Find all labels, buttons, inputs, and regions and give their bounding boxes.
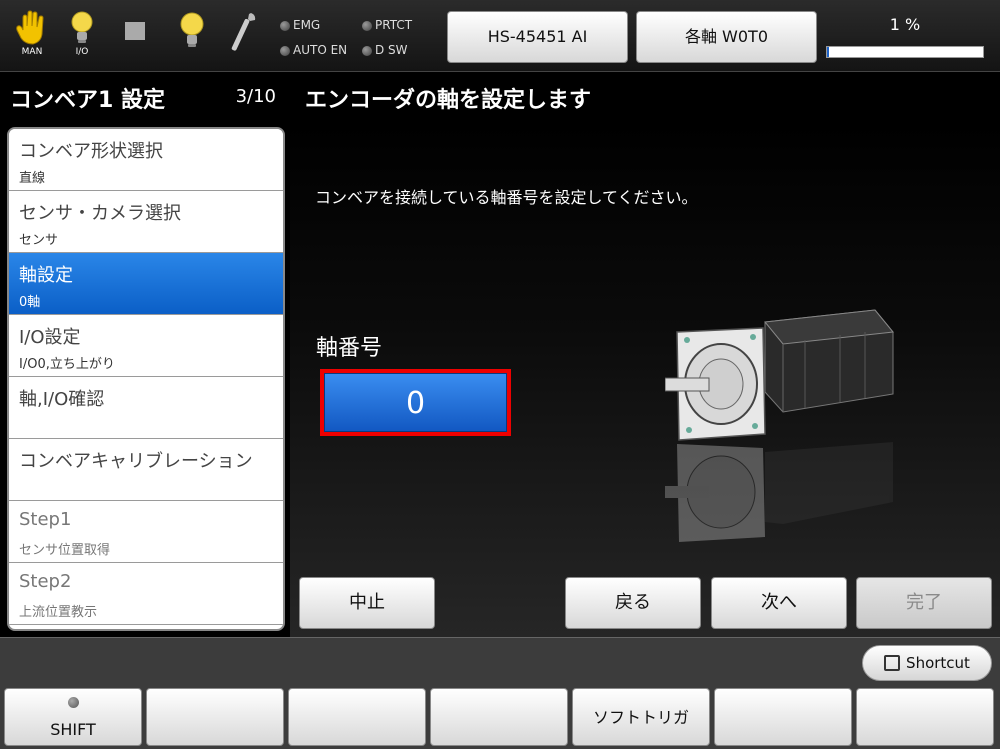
axis-number-input[interactable]: 0 xyxy=(324,373,507,432)
abort-button[interactable]: 中止 xyxy=(299,577,435,629)
mode-caption: MAN xyxy=(21,47,43,57)
lamp-dot xyxy=(362,45,372,56)
step-name: コンベアキャリブレーション xyxy=(19,451,253,472)
shortcut-arrow-icon xyxy=(884,655,901,671)
step-item-axis-io-check[interactable]: 軸,I/O確認 xyxy=(9,377,283,439)
axis-number-focus-frame: 0 xyxy=(320,369,511,436)
robot-select-button[interactable]: HS-45451 AI xyxy=(447,11,628,63)
function-key-6[interactable] xyxy=(714,688,852,746)
wrench-icon xyxy=(231,13,256,51)
io-button[interactable]: I/O xyxy=(62,10,102,64)
step-value: 上流位置教示 xyxy=(19,605,98,620)
lamp-dot xyxy=(280,20,290,31)
fkey-label: SHIFT xyxy=(50,720,96,739)
step-item-io-setting[interactable]: I/O設定 I/O0,立ち上がり xyxy=(9,315,283,377)
shortcut-label: Shortcut xyxy=(906,654,970,672)
stop-square-icon xyxy=(125,22,145,40)
override-bar xyxy=(826,46,984,58)
finish-button[interactable]: 完了 xyxy=(856,577,992,629)
override-percent: 1 % xyxy=(889,15,921,34)
soft-trigger-key[interactable]: ソフトトリガ xyxy=(572,688,710,746)
override-bar-fill xyxy=(827,47,829,57)
next-button[interactable]: 次へ xyxy=(711,577,847,629)
step-item-step1[interactable]: Step1 センサ位置取得 xyxy=(9,501,283,563)
lamp-dot xyxy=(280,45,290,56)
axis-number-label: 軸番号 xyxy=(316,336,383,361)
step-value: センサ位置取得 xyxy=(19,543,111,558)
man-hand-icon xyxy=(16,10,44,45)
section-header: コンベア1 設定 3/10 xyxy=(0,74,290,122)
lamp-prtct: PRTCT xyxy=(362,16,412,34)
servo-motor-image xyxy=(665,309,894,542)
step-value: 0軸 xyxy=(19,295,41,310)
maintenance-button[interactable] xyxy=(222,10,262,64)
step-name: コンベア形状選択 xyxy=(19,141,163,162)
step-value: センサ xyxy=(19,233,59,248)
step-value: I/O0,立ち上がり xyxy=(19,357,115,372)
status-lamps: EMG PRTCT AUTO EN D SW xyxy=(276,14,441,62)
step-item-axis-setting[interactable]: 軸設定 0軸 xyxy=(9,253,283,315)
function-key-bar: Shortcut SHIFT ソフトトリガ xyxy=(0,637,1000,749)
function-key-2[interactable] xyxy=(146,688,284,746)
step-item-conveyor-shape[interactable]: コンベア形状選択 直線 xyxy=(9,129,283,191)
speed-override[interactable]: 1 % xyxy=(826,14,984,62)
step-name: センサ・カメラ選択 xyxy=(19,203,181,224)
step-name: Step2 xyxy=(19,571,72,592)
step-item-sensor-camera[interactable]: センサ・カメラ選択 センサ xyxy=(9,191,283,253)
lamp-button[interactable] xyxy=(172,10,212,64)
function-key-7[interactable] xyxy=(856,688,994,746)
step-item-calibration[interactable]: コンベアキャリブレーション xyxy=(9,439,283,501)
function-key-4[interactable] xyxy=(430,688,568,746)
shift-key[interactable]: SHIFT xyxy=(4,688,142,746)
io-bulb-icon xyxy=(71,11,93,43)
page-indicator: 3/10 xyxy=(235,86,276,107)
shift-led-icon xyxy=(68,697,79,708)
page-title: エンコーダの軸を設定します xyxy=(305,88,592,113)
instruction-text: コンベアを接続している軸番号を設定してください。 xyxy=(315,188,698,207)
step-name: 軸,I/O確認 xyxy=(19,389,105,410)
lamp-emg: EMG xyxy=(280,16,320,34)
function-key-3[interactable] xyxy=(288,688,426,746)
section-title: コンベア1 設定 xyxy=(10,88,165,113)
status-bar: MAN I/O EMG PRTCT AUTO EN D SW HS-45451 xyxy=(0,0,1000,72)
lamp-auto-en: AUTO EN xyxy=(280,41,347,59)
step-name: 軸設定 xyxy=(19,265,73,286)
main-panel: コンベアを接続している軸番号を設定してください。 軸番号 0 中止 戻る 次へ … xyxy=(290,122,1000,637)
step-name: Step1 xyxy=(19,509,72,530)
step-item-step2[interactable]: Step2 上流位置教示 xyxy=(9,563,283,625)
io-caption: I/O xyxy=(75,47,89,57)
fkey-label: ソフトトリガ xyxy=(592,708,689,727)
stop-button[interactable] xyxy=(115,10,155,64)
back-button[interactable]: 戻る xyxy=(565,577,701,629)
shortcut-button[interactable]: Shortcut xyxy=(862,645,992,681)
step-list[interactable]: コンベア形状選択 直線 センサ・カメラ選択 センサ 軸設定 0軸 I/O設定 I… xyxy=(7,127,285,631)
mode-man-button[interactable]: MAN xyxy=(12,10,52,64)
lamp-d-sw: D SW xyxy=(362,41,408,59)
step-name: I/O設定 xyxy=(19,327,81,348)
lamp-dot xyxy=(362,20,372,31)
bulb-icon xyxy=(180,12,204,47)
axes-button[interactable]: 各軸 W0T0 xyxy=(636,11,817,63)
step-value: 直線 xyxy=(19,171,46,186)
